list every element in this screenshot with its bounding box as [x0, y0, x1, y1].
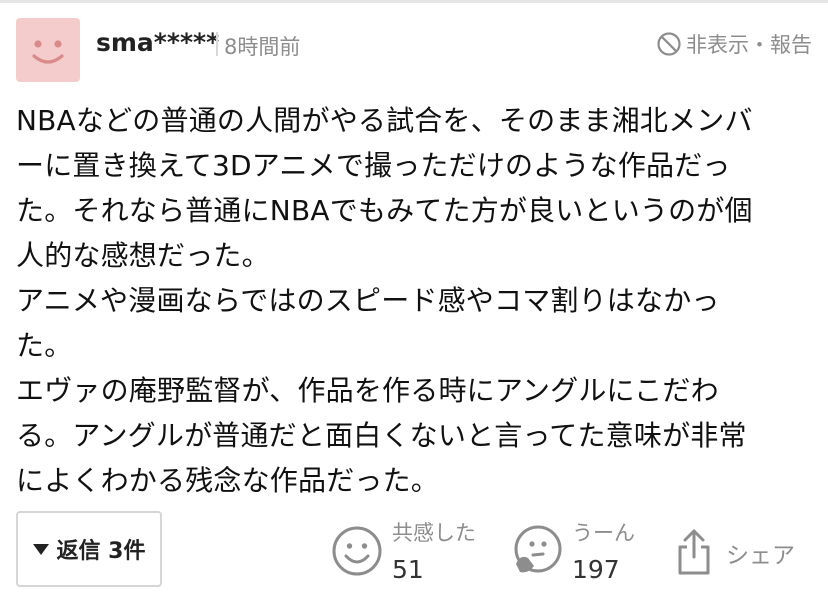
- header-separator: [216, 32, 218, 56]
- username[interactable]: sma*****: [96, 28, 219, 57]
- comment-line: アニメや漫画ならではのスピード感やコマ割りはなかっ: [16, 284, 720, 317]
- comment-line: る。アングルが普通だと面白くないと言ってた意味が非常: [16, 419, 747, 452]
- reply-button[interactable]: 返信 3件: [16, 511, 162, 587]
- comment-line: エヴァの庵野監督が、作品を作る時にアングルにこだわ: [16, 374, 719, 407]
- hide-report-label: 非表示・報告: [686, 33, 812, 57]
- comment-line: ーに置き換えて3Dアニメで撮っただけのような作品だっ: [16, 149, 731, 182]
- top-divider: [0, 0, 828, 3]
- comment-line: た。それなら普通にNBAでもみてた方が良いというのが個: [16, 194, 753, 227]
- comment-line: NBAなどの普通の人間がやる試合を、そのまま湘北メンバ: [16, 104, 753, 137]
- avatar[interactable]: [16, 18, 80, 82]
- thinking-reaction-icon[interactable]: [510, 524, 564, 578]
- prohibited-icon: [657, 32, 681, 56]
- comment-line: 人的な感想だった。: [16, 239, 270, 272]
- smiley-face-icon: [32, 40, 64, 64]
- hide-report-button[interactable]: 非表示・報告: [656, 29, 812, 59]
- disagree-label[interactable]: うーん: [572, 517, 635, 547]
- share-label[interactable]: シェア: [726, 536, 795, 570]
- comment-body: NBAなどの普通の人間がやる試合を、そのまま湘北メンバ ーに置き換えて3Dアニメで…: [16, 98, 816, 503]
- smile-reaction-icon[interactable]: [331, 525, 383, 577]
- empathy-label[interactable]: 共感した: [392, 517, 476, 547]
- caret-down-icon: [32, 543, 49, 555]
- disagree-count: 197: [572, 555, 620, 584]
- comment-line: によくわかる残念な作品だった。: [16, 464, 440, 497]
- reply-label: 返信 3件: [56, 539, 146, 564]
- post-time: 8時間前: [224, 35, 301, 59]
- empathy-count: 51: [392, 555, 424, 584]
- share-icon[interactable]: [676, 527, 712, 577]
- comment-line: た。: [16, 329, 73, 362]
